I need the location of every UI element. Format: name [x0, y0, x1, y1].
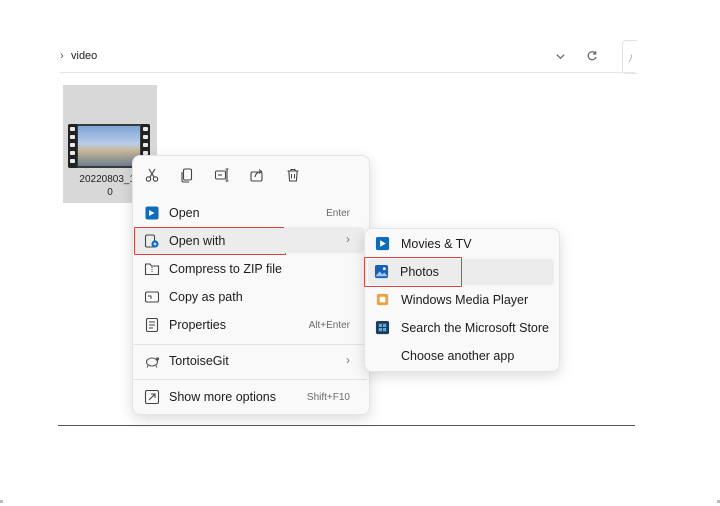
menu-item-label: Copy as path — [169, 290, 243, 304]
frame-corner-left — [0, 500, 3, 503]
properties-icon — [144, 317, 160, 333]
zip-folder-icon — [144, 261, 160, 277]
menu-item-label: Open — [169, 206, 200, 220]
microsoft-store-icon — [375, 320, 390, 335]
menu-item-compress-zip[interactable]: Compress to ZIP file — [136, 256, 364, 282]
submenu-item-label: Choose another app — [401, 349, 515, 363]
menu-divider — [133, 344, 367, 345]
chevron-down-icon[interactable] — [552, 48, 568, 64]
submenu-item-windows-media-player[interactable]: Windows Media Player — [368, 287, 554, 313]
copy-path-icon — [144, 289, 160, 305]
search-icon: ﾉ — [628, 54, 633, 65]
address-divider — [60, 72, 635, 73]
photos-icon — [374, 264, 389, 279]
chevron-right-icon: › — [346, 353, 350, 367]
chevron-right-icon: › — [346, 232, 350, 246]
photos-highlight-box: Photos — [364, 257, 462, 287]
submenu-item-microsoft-store[interactable]: Search the Microsoft Store — [368, 315, 554, 341]
menu-item-show-more-options[interactable]: Show more options Shift+F10 — [136, 384, 364, 410]
rename-icon[interactable] — [212, 165, 232, 185]
share-icon[interactable] — [247, 165, 267, 185]
submenu-item-choose-another-app[interactable]: Choose another app — [368, 343, 554, 369]
cut-icon[interactable] — [142, 165, 162, 185]
content-bottom-line — [58, 425, 635, 426]
open-icon — [144, 205, 160, 221]
open-with-icon — [144, 233, 160, 249]
shortcut-text: Alt+Enter — [308, 320, 350, 331]
windows-media-player-icon — [375, 292, 390, 307]
submenu-item-label: Search the Microsoft Store — [401, 321, 549, 335]
movies-tv-icon — [375, 236, 390, 251]
menu-divider — [133, 379, 367, 380]
menu-item-label: Compress to ZIP file — [169, 262, 283, 276]
menu-item-tortoisegit[interactable]: TortoiseGit › — [136, 348, 364, 374]
submenu-item-label: Photos — [400, 265, 439, 279]
menu-item-label: Open with — [169, 234, 226, 248]
copy-icon[interactable] — [177, 165, 197, 185]
more-options-icon — [144, 389, 160, 405]
menu-item-copy-as-path[interactable]: Copy as path — [136, 284, 364, 310]
menu-item-open[interactable]: Open Enter — [136, 200, 364, 226]
menu-item-label: TortoiseGit — [169, 354, 229, 368]
menu-item-label: Properties — [169, 318, 226, 332]
submenu-item-movies-tv[interactable]: Movies & TV — [368, 231, 554, 257]
refresh-icon[interactable] — [584, 48, 600, 64]
tortoisegit-icon — [144, 353, 160, 369]
menu-item-properties[interactable]: Properties Alt+Enter — [136, 312, 364, 338]
shortcut-text: Enter — [326, 208, 350, 219]
menu-item-label: Show more options — [169, 390, 277, 404]
submenu-item-label: Windows Media Player — [401, 293, 529, 307]
shortcut-text: Shift+F10 — [306, 392, 350, 403]
menu-item-open-with[interactable]: Open with — [134, 227, 286, 255]
open-with-row-fill[interactable]: › — [284, 227, 364, 253]
submenu-item-label: Movies & TV — [401, 237, 472, 251]
breadcrumb-folder[interactable]: video — [71, 50, 97, 62]
delete-icon[interactable] — [283, 165, 303, 185]
breadcrumb-separator: › — [60, 50, 64, 62]
